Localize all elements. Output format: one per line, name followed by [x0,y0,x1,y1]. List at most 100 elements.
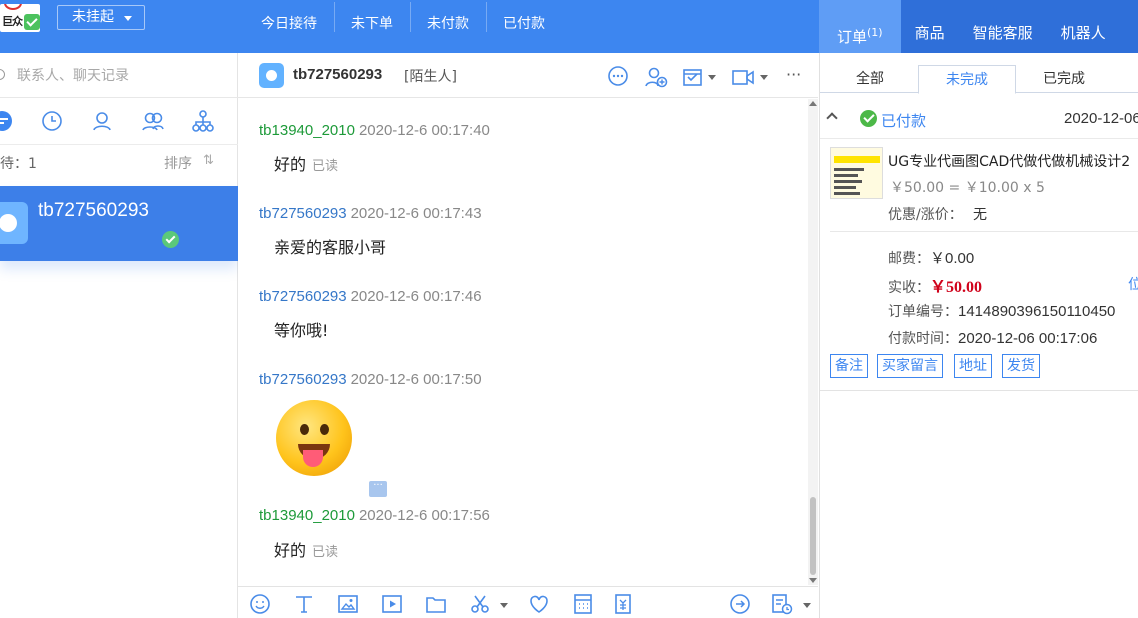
scroll-up-icon[interactable] [809,101,817,106]
order-number-label: 订单编号： [888,304,958,320]
message-sender[interactable]: tb727560293 [259,371,347,388]
address-button[interactable]: 地址 [954,354,992,378]
nav-goods[interactable]: 商品 [901,0,959,53]
message-header: tb13940_2010 2020-12-6 00:17:56 [259,507,490,524]
clock-icon[interactable] [40,109,64,133]
message-text: 亲爱的客服小哥 [274,234,386,258]
message-time: 2020-12-6 00:17:56 [358,507,490,524]
chevron-up-icon[interactable] [826,112,838,124]
scroll-thumb[interactable] [810,497,816,575]
emoji-eye [300,424,309,435]
order-number-row: 订单编号：1414890396150110450 [888,301,1115,321]
message-scrollbar[interactable] [808,99,818,585]
message-content: 亲爱的客服小哥 [274,238,387,257]
shipping-fee-row: 邮费：￥0.00 [888,247,974,268]
message-time: 2020-12-6 00:17:40 [358,122,490,139]
group-icon[interactable] [141,109,165,133]
search-bar [0,53,238,98]
chat-list-icon[interactable] [0,109,14,133]
message-more-icon[interactable]: ··· [369,481,387,497]
add-contact-icon[interactable] [644,65,668,89]
quick-reply-icon[interactable] [728,592,752,616]
caret-down-icon [124,16,132,21]
message-sender[interactable]: tb727560293 [259,288,347,305]
online-check-icon [162,231,179,248]
contact-sidebar: 待：1 排序 ⇅ tb727560293 [0,53,238,618]
logo-ring [4,4,22,10]
text-format-icon[interactable] [292,592,316,616]
modify-price-link[interactable]: 位 [1128,274,1138,294]
sort-button[interactable]: 排序 [164,153,192,173]
more-options-icon[interactable]: ··· [786,65,801,84]
tab-paid[interactable]: 已付款 [486,0,562,53]
shipping-fee-value: ￥0.00 [930,250,975,267]
tab-completed-orders[interactable]: 已完成 [1030,65,1098,93]
chat-bubble-icon[interactable] [606,65,630,89]
calculator-icon[interactable] [571,592,595,616]
received-amount-label: 实收： [888,280,930,296]
order-status: 已付款 [881,112,927,130]
discount-label: 优惠/涨价： [888,207,963,223]
coupon-icon[interactable] [611,592,635,616]
thumbnail-line [834,174,858,177]
contact-item[interactable]: tb727560293 [0,186,238,261]
buyer-message-button[interactable]: 买家留言 [877,354,943,378]
message-sender[interactable]: tb727560293 [259,205,347,222]
tab-all-orders[interactable]: 全部 [836,65,904,93]
image-icon[interactable] [336,592,360,616]
divider [820,390,1138,391]
nav-ai-service[interactable]: 智能客服 [959,0,1047,53]
caret-down-icon[interactable] [500,603,508,608]
avatar [0,202,28,244]
product-thumbnail[interactable] [830,147,883,199]
tab-incomplete-orders[interactable]: 未完成 [918,65,1016,94]
thumbnail-line [834,168,864,171]
message-list: tb13940_2010 2020-12-6 00:17:40 好的 已读 tb72… [238,99,808,585]
pay-time-label: 付款时间： [888,331,958,347]
caret-down-icon[interactable] [760,75,768,80]
sort-icon[interactable]: ⇅ [203,153,214,168]
read-status: 已读 [312,545,339,560]
product-title[interactable]: UG专业代画图CAD代做代做机械设计2 [888,151,1130,171]
app-logo: 巨众 [0,4,40,32]
nav-orders-label: 订单 [837,28,868,46]
caret-down-icon[interactable] [708,75,716,80]
task-check-icon[interactable] [681,65,705,89]
nav-orders[interactable]: 订单(1) [819,0,901,53]
history-record-icon[interactable] [770,592,794,616]
received-amount-value: ￥50.00 [930,279,983,296]
nav-robot[interactable]: 机器人 [1047,0,1120,53]
search-input[interactable] [17,63,227,89]
person-icon[interactable] [90,109,114,133]
message-sender[interactable]: tb13940_2010 [259,507,355,524]
emoji-icon[interactable] [248,592,272,616]
hangup-status-dropdown[interactable]: 未挂起 [57,5,145,30]
caret-down-icon[interactable] [803,603,811,608]
message-content: 好的 [274,155,307,174]
video-icon[interactable] [380,592,404,616]
app-window: 巨众 未挂起 今日接待 未下单 未付款 已付款 订单(1) 商品 智能客服 机器… [0,0,1138,618]
message-time: 2020-12-6 00:17:46 [350,288,482,305]
online-check-icon [24,14,40,30]
message-text: 好的 已读 [274,151,338,175]
folder-icon[interactable] [424,592,448,616]
thumbnail-line [834,180,862,183]
stranger-tag: [陌生人] [404,69,457,85]
discount-value: 无 [973,207,987,223]
tab-today-reception[interactable]: 今日接待 [244,0,334,53]
screenshot-scissors-icon[interactable] [468,592,492,616]
video-call-icon[interactable] [731,65,755,89]
org-icon[interactable] [191,109,215,133]
ship-button[interactable]: 发货 [1002,354,1040,378]
thumbnail-line [834,192,860,195]
scroll-down-icon[interactable] [809,578,817,583]
heart-icon[interactable] [527,592,551,616]
tab-unpaid[interactable]: 未付款 [410,0,486,53]
contact-name: tb727560293 [38,200,149,221]
chat-contact-name: tb727560293 [293,66,383,83]
tab-not-ordered[interactable]: 未下单 [334,0,410,53]
message-time: 2020-12-6 00:17:43 [350,205,482,222]
reception-tabs: 今日接待 未下单 未付款 已付款 [244,0,562,53]
message-sender[interactable]: tb13940_2010 [259,122,355,139]
remark-button[interactable]: 备注 [830,354,868,378]
